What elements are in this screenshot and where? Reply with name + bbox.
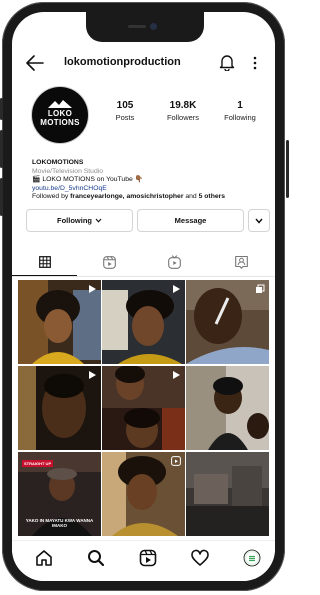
bottom-navigation [12,540,275,581]
side-button [0,130,3,168]
post-thumbnail[interactable] [18,280,101,364]
more-options-icon[interactable] [252,54,258,72]
side-button [286,140,289,198]
bio-link[interactable]: youtu.be/D_5vhnCHOqE [32,185,267,194]
followed-others: 5 others [198,193,226,201]
tab-grid[interactable] [12,248,77,276]
side-button [0,178,3,216]
profile-bio: LOKOMOTIONS Movie/Television Studio 🎬 LO… [32,159,267,202]
play-icon [89,285,96,293]
profile-header: lokomotionproduction [12,48,275,78]
following-label: Following [57,216,92,225]
heart-icon[interactable] [190,548,210,568]
play-icon [89,371,96,379]
home-icon[interactable] [34,548,54,568]
speaker [128,25,146,28]
reels-icon [103,255,116,269]
bio-text: LOKO MOTIONS on YouTube [42,176,133,184]
stat-label: Posts [115,113,135,122]
app-screen: lokomotionproduction LOKO MOTIONS 105 Po… [12,12,275,581]
stat-label: Followers [166,113,200,122]
play-icon [173,285,180,293]
profile-display-name: LOKOMOTIONS [32,159,84,166]
following-button[interactable]: Following [26,209,133,232]
post-thumbnail[interactable] [186,366,269,450]
stat-value: 19.8K [169,100,197,111]
followed-by[interactable]: Followed by franceyearlonge, amosichrist… [32,193,267,202]
message-button[interactable]: Message [137,209,244,232]
suggested-users-button[interactable] [248,209,270,232]
stat-following[interactable]: 1 Following [222,100,258,122]
tab-reels[interactable] [77,248,142,276]
tab-tagged[interactable] [207,248,275,276]
play-icon [173,371,180,379]
followed-users: franceyearlonge, amosichristopher [70,193,184,201]
pointing-emoji: 👇🏾 [134,176,144,184]
tagged-icon [234,255,248,269]
bio-line: 🎬 LOKO MOTIONS on YouTube 👇🏾 [32,176,267,185]
post-image [186,366,269,450]
camera-icon [150,23,157,30]
stat-label: Following [224,113,256,122]
stat-followers[interactable]: 19.8K Followers [163,100,203,122]
reels-icon[interactable] [138,548,158,568]
clapper-emoji: 🎬 [32,176,41,184]
post-title-tag: STRAIGHT UP [22,460,54,467]
post-thumbnail[interactable] [18,366,101,450]
igtv-icon [168,255,181,269]
stat-value: 105 [116,100,134,111]
message-label: Message [174,216,207,225]
post-thumbnail[interactable] [186,452,269,536]
avatar[interactable]: LOKO MOTIONS [32,87,88,143]
followed-prefix: Followed by [32,193,71,201]
followed-mid: and [183,193,199,201]
post-caption: YAKO IN MAYATU KWA WANNA IMAKO [25,518,94,528]
tab-igtv[interactable] [142,248,207,276]
search-icon[interactable] [86,548,106,568]
notch [86,12,204,42]
carousel-icon [256,284,265,293]
post-thumbnail[interactable] [102,280,185,364]
mountain-logo-icon [48,100,72,108]
stat-value: 1 [237,100,243,111]
profile-username: lokomotionproduction [64,56,181,68]
profile-icon[interactable] [242,548,262,568]
chevron-down-icon [95,218,102,223]
post-thumbnail[interactable] [102,366,185,450]
post-thumbnail[interactable] [102,452,185,536]
side-button [0,98,3,120]
reels-small-icon [171,456,181,466]
avatar-logo-text: LOKO MOTIONS [40,109,80,127]
profile-category: Movie/Television Studio [32,167,104,175]
post-image [186,452,269,536]
stat-posts[interactable]: 105 Posts [112,100,138,122]
grid-icon [38,255,51,268]
chevron-down-icon [255,218,263,224]
post-thumbnail[interactable] [186,280,269,364]
bell-icon[interactable] [219,53,235,71]
post-thumbnail[interactable]: STRAIGHT UP YAKO IN MAYATU KWA WANNA IMA… [18,452,101,536]
profile-tabs [12,248,275,277]
back-arrow-icon[interactable] [26,55,44,71]
post-grid: STRAIGHT UP YAKO IN MAYATU KWA WANNA IMA… [18,280,269,538]
